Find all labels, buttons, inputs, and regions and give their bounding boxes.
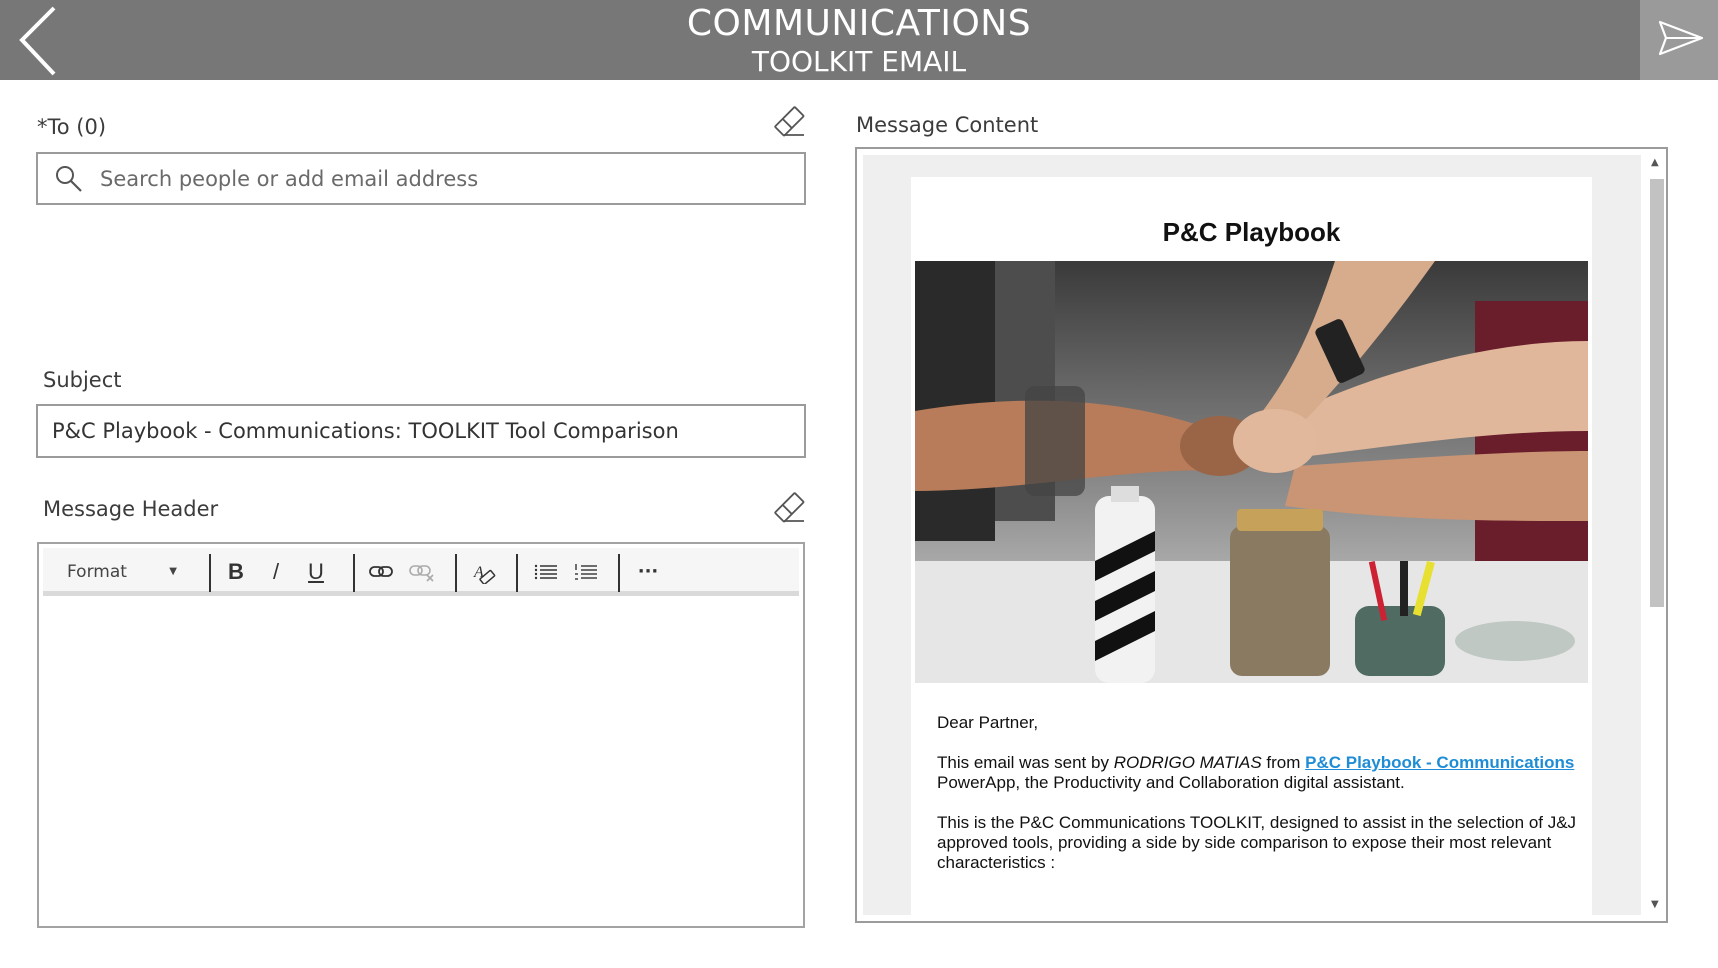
link-icon [369,566,393,577]
header-bar: COMMUNICATIONS TOOLKIT EMAIL [0,0,1718,80]
scroll-thumb[interactable] [1650,179,1664,607]
more-options-button[interactable]: ··· [631,556,665,588]
email-title: P&C Playbook [1162,217,1341,247]
sender-name: RODRIGO MATIAS [1113,753,1262,772]
italic-button[interactable]: / [259,556,293,588]
subject-input[interactable] [52,414,792,448]
page-title: COMMUNICATIONS [686,3,1032,44]
bold-icon: B [228,559,244,584]
svg-text:A: A [473,564,484,581]
more-icon: ··· [637,561,659,582]
toolbar-divider [455,554,457,592]
format-dropdown[interactable]: Format ▼ [53,556,183,588]
toolbar-divider [353,554,355,592]
clear-format-icon: A [473,564,496,585]
insert-link-button[interactable] [364,556,398,588]
message-header-editor[interactable]: Format ▼ B / U A ··· [37,542,805,928]
email-greeting: Dear Partner, [937,713,1039,732]
email-sent-by: This email was sent by RODRIGO MATIAS fr… [937,753,1577,793]
search-icon [56,166,82,192]
toolbar-divider [618,554,620,592]
numbered-list-icon [575,564,597,580]
numbered-list-button[interactable] [569,556,603,588]
to-label: *To (0) [37,115,107,139]
message-content-label: Message Content [856,113,1039,137]
bulleted-list-icon [534,564,557,580]
format-label: Format [67,562,127,582]
scroll-down-icon[interactable]: ▼ [1651,899,1659,910]
preview-scrollbar[interactable]: ▲ ▼ [1647,155,1665,917]
message-header-label: Message Header [43,497,219,521]
app-link[interactable]: P&C Playbook - Communications [1305,753,1574,772]
eraser-icon [774,492,805,523]
sent-by-prefix: This email was sent by [937,753,1114,772]
email-body: Dear Partner, This email was sent by ROD… [937,713,1577,893]
underline-icon: U [308,559,324,584]
editor-text-area[interactable] [43,600,799,920]
caret-down-icon: ▼ [169,566,177,577]
recipient-search-input[interactable] [100,162,790,196]
team-fist-bump-photo [915,261,1588,683]
unlink-icon [409,565,434,582]
recipient-search-box[interactable] [36,152,806,205]
send-button[interactable] [1640,0,1718,80]
toolbar-divider [209,554,211,592]
remove-link-button[interactable] [405,556,439,588]
clear-formatting-button[interactable]: A [467,556,501,588]
email-preview-background: P&C Playbook Dear Partner, This email wa… [863,155,1641,915]
bold-button[interactable]: B [219,556,253,588]
from-word: from [1261,753,1306,772]
email-intro-paragraph: This is the P&C Communications TOOLKIT, … [937,813,1577,872]
subject-label: Subject [43,368,122,392]
page-subtitle: TOOLKIT EMAIL [751,45,967,78]
subject-box[interactable] [36,404,806,458]
sent-by-suffix: PowerApp, the Productivity and Collabora… [937,773,1405,792]
clear-header-button[interactable] [772,490,806,528]
email-card: P&C Playbook Dear Partner, This email wa… [911,177,1592,915]
message-content-preview[interactable]: P&C Playbook Dear Partner, This email wa… [855,147,1668,923]
underline-button[interactable]: U [299,556,333,588]
toolbar-divider [516,554,518,592]
italic-icon: / [272,559,280,584]
send-icon [1658,20,1704,56]
clear-recipients-button[interactable] [772,104,806,142]
editor-toolbar: Format ▼ B / U A ··· [43,548,799,596]
bulleted-list-button[interactable] [529,556,563,588]
scroll-up-icon[interactable]: ▲ [1651,157,1659,168]
eraser-icon [774,106,805,137]
